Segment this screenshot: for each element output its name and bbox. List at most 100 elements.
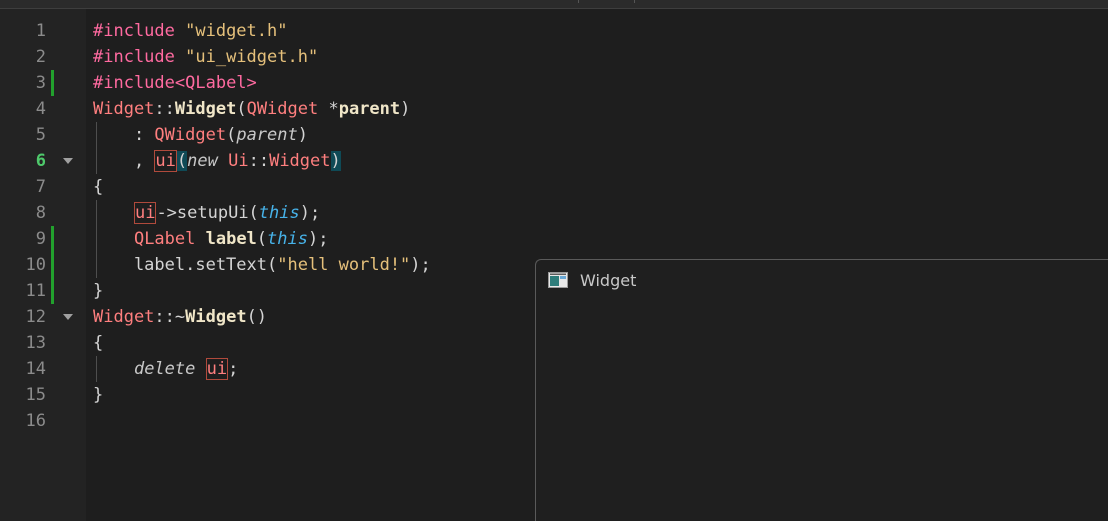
member-token-highlighted: ui	[154, 150, 177, 172]
parameter-token: parent	[338, 99, 401, 119]
qt-app-icon	[548, 272, 568, 288]
code-line[interactable]: 5 : QWidget(parent)	[0, 122, 1108, 148]
code-line[interactable]: 7 {	[0, 174, 1108, 200]
line-number: 15	[25, 385, 46, 405]
code-line[interactable]: 4 Widget::Widget(QWidget *parent)	[0, 96, 1108, 122]
code-text[interactable]: }	[93, 278, 103, 304]
initializer-token: ,	[93, 151, 155, 171]
member-token-highlighted: ui	[133, 202, 157, 224]
include-token: <QLabel>	[174, 73, 257, 93]
semicolon-token: ;	[228, 359, 239, 379]
paren-token: ()	[246, 307, 268, 327]
code-text[interactable]: #include<QLabel>	[93, 70, 257, 96]
keyword-token: this	[267, 229, 308, 249]
pointer-token: *	[328, 99, 339, 119]
indent-token	[93, 229, 134, 249]
paren-token: (	[226, 125, 237, 145]
call-token: ->setupUi(	[156, 203, 259, 223]
keyword-token: this	[258, 203, 300, 223]
member-token-highlighted: ui	[205, 358, 229, 380]
function-token: Widget	[185, 307, 247, 327]
initializer-token: :	[93, 125, 155, 145]
code-text[interactable]: {	[93, 330, 103, 356]
code-line[interactable]: 3 #include<QLabel>	[0, 70, 1108, 96]
widget-preview-window[interactable]: Widget	[535, 259, 1108, 521]
code-text[interactable]: #include "ui_widget.h"	[93, 44, 318, 70]
keyword-token: new	[187, 151, 229, 171]
brace-token: {	[93, 333, 104, 353]
preprocessor-token: #include	[93, 21, 186, 41]
preview-title-bar[interactable]: Widget	[536, 260, 1108, 302]
line-number: 2	[35, 47, 46, 67]
namespace-token: Ui	[228, 151, 249, 171]
paren-match-token: (	[176, 151, 188, 171]
code-text[interactable]: Widget::Widget(QWidget *parent)	[93, 96, 410, 122]
line-number: 8	[35, 203, 46, 223]
indent-token	[93, 359, 134, 379]
code-text[interactable]: {	[93, 174, 103, 200]
code-text[interactable]: #include "widget.h"	[93, 18, 287, 44]
modified-line-marker	[51, 278, 54, 304]
brace-token: }	[93, 385, 104, 405]
class-token: QWidget	[154, 125, 227, 145]
code-text[interactable]: ui->setupUi(this);	[93, 200, 320, 226]
line-number: 7	[35, 177, 46, 197]
paren-token: )	[400, 99, 411, 119]
toolbar-separator	[578, 0, 579, 3]
class-token: Widget	[93, 99, 155, 119]
code-text[interactable]: label.setText("hell world!");	[93, 252, 431, 278]
line-number: 13	[25, 333, 46, 353]
paren-token: );	[410, 255, 431, 275]
line-number: 14	[25, 359, 46, 379]
scope-token: ::~	[154, 307, 186, 327]
qt-creator-window: 1 #include "widget.h" 2 #include "ui_wid…	[0, 0, 1108, 521]
line-number: 5	[35, 125, 46, 145]
scope-token: ::	[154, 99, 175, 119]
code-text[interactable]: Widget::~Widget()	[93, 304, 267, 330]
code-text[interactable]: }	[93, 382, 103, 408]
line-number: 12	[25, 307, 46, 327]
preprocessor-token: #include	[93, 47, 186, 67]
code-line[interactable]: 1 #include "widget.h"	[0, 18, 1108, 44]
scope-token: ::	[248, 151, 270, 171]
string-token: "widget.h"	[185, 21, 288, 41]
fold-arrow-icon[interactable]	[63, 314, 73, 320]
modified-line-marker	[51, 70, 54, 96]
class-token: Widget	[93, 307, 155, 327]
code-line-current[interactable]: 6 , ui(new Ui::Widget)	[0, 148, 1108, 174]
class-token: QWidget	[246, 99, 329, 119]
toolbar-separator	[634, 0, 635, 3]
class-token: QLabel	[133, 229, 206, 249]
code-line[interactable]: 8 ui->setupUi(this);	[0, 200, 1108, 226]
string-token: "ui_widget.h"	[185, 47, 319, 67]
brace-token: {	[93, 177, 104, 197]
preprocessor-token: #include	[93, 73, 175, 93]
variable-token: label	[205, 229, 257, 249]
paren-token: (	[256, 229, 268, 249]
indent-token	[93, 203, 134, 223]
fold-arrow-icon[interactable]	[63, 158, 73, 164]
line-number-current: 6	[35, 151, 46, 171]
code-text[interactable]: : QWidget(parent)	[93, 122, 308, 148]
code-line[interactable]: 9 QLabel label(this);	[0, 226, 1108, 252]
modified-line-marker	[51, 226, 54, 252]
paren-token: )	[297, 125, 308, 145]
code-text[interactable]: delete ui;	[93, 356, 238, 382]
class-token: Widget	[269, 151, 331, 171]
line-number: 9	[35, 229, 46, 249]
window-title: Widget	[580, 271, 637, 290]
code-text[interactable]: QLabel label(this);	[93, 226, 329, 252]
function-token: Widget	[174, 99, 237, 119]
line-number: 4	[35, 99, 46, 119]
code-line[interactable]: 2 #include "ui_widget.h"	[0, 44, 1108, 70]
line-number: 10	[25, 255, 46, 275]
top-toolbar-strip	[0, 0, 1108, 9]
brace-token: }	[93, 281, 104, 301]
paren-token: );	[299, 203, 321, 223]
line-number: 3	[35, 73, 46, 93]
code-text[interactable]: , ui(new Ui::Widget)	[93, 148, 341, 174]
paren-match-token: )	[330, 151, 341, 171]
parameter-token: parent	[236, 125, 298, 145]
call-token: label.setText(	[93, 255, 278, 275]
paren-token: );	[308, 229, 329, 249]
